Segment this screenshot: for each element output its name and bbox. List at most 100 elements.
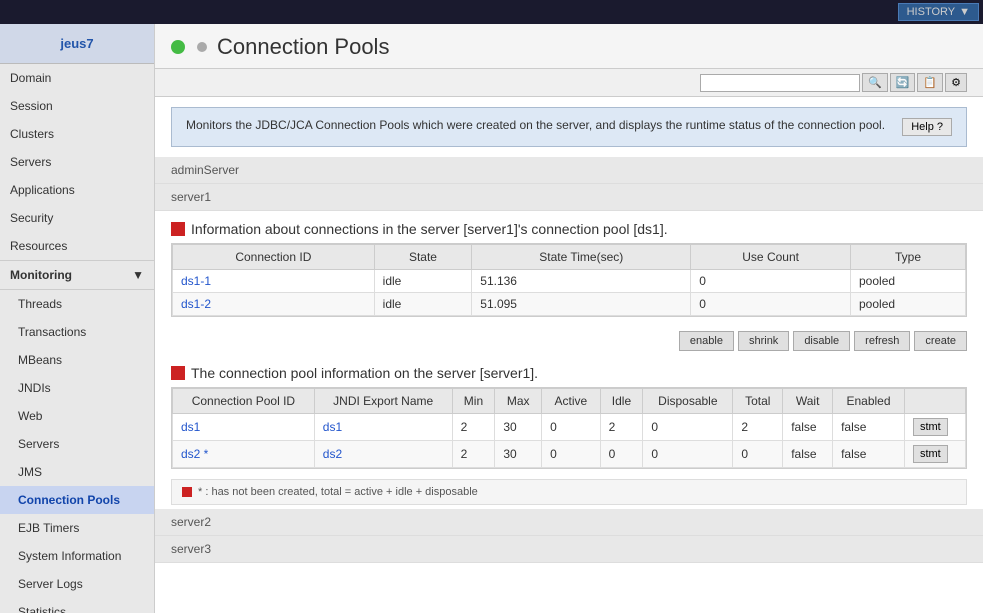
sidebar-item-server-logs[interactable]: Server Logs	[0, 570, 154, 598]
refresh-button[interactable]: refresh	[854, 331, 910, 351]
pool-id-cell[interactable]: ds2 *	[173, 441, 315, 468]
note-box: * : has not been created, total = active…	[171, 479, 967, 505]
pool-disposable-cell: 0	[643, 414, 733, 441]
sidebar-item-monitoring[interactable]: Monitoring ▼	[0, 261, 154, 290]
pool-col-max: Max	[495, 389, 542, 414]
pool-stmt-cell: stmt	[904, 414, 965, 441]
use-count-cell: 0	[691, 293, 851, 316]
pool-max-cell: 30	[495, 441, 542, 468]
connection-id-cell[interactable]: ds1-1	[173, 270, 375, 293]
pool-col-id: Connection Pool ID	[173, 389, 315, 414]
col-use-count: Use Count	[691, 245, 851, 270]
shrink-button[interactable]: shrink	[738, 331, 789, 351]
pool-idle-cell: 0	[600, 441, 643, 468]
search-input[interactable]	[700, 74, 860, 92]
search-button[interactable]: 🔍	[862, 73, 888, 92]
sidebar-item-jms[interactable]: JMS	[0, 458, 154, 486]
pool-enabled-cell: false	[833, 441, 905, 468]
admin-server-row[interactable]: adminServer	[155, 157, 983, 184]
export-icon-btn[interactable]: 📋	[917, 73, 943, 92]
sidebar-item-servers[interactable]: Servers	[0, 148, 154, 176]
sidebar-monitoring-items: Threads Transactions MBeans JNDIs Web Se…	[0, 290, 154, 613]
refresh-icon-btn[interactable]: 🔄	[890, 73, 916, 92]
connections-section-title: Information about connections in the ser…	[155, 211, 983, 243]
history-button[interactable]: HISTORY ▼	[898, 3, 979, 21]
info-text: Monitors the JDBC/JCA Connection Pools w…	[186, 118, 885, 132]
sidebar-item-statistics[interactable]: Statistics	[0, 598, 154, 613]
pool-col-idle: Idle	[600, 389, 643, 414]
state-cell: idle	[374, 293, 472, 316]
sidebar: jeus7 Domain Session Clusters Servers Ap…	[0, 24, 155, 613]
table-row: ds1 ds1 2 30 0 2 0 2 false false stmt	[173, 414, 966, 441]
stmt-button[interactable]: stmt	[913, 445, 948, 463]
settings-icon-btn[interactable]: ⚙	[945, 73, 967, 92]
sidebar-item-security[interactable]: Security	[0, 204, 154, 232]
sidebar-item-domain[interactable]: Domain	[0, 64, 154, 92]
sidebar-item-applications[interactable]: Applications	[0, 176, 154, 204]
pool-enabled-cell: false	[833, 414, 905, 441]
pool-idle-cell: 2	[600, 414, 643, 441]
pool-total-cell: 0	[733, 441, 783, 468]
pool-table-header: Connection Pool ID JNDI Export Name Min …	[173, 389, 966, 414]
pool-stmt-cell: stmt	[904, 441, 965, 468]
state-time-cell: 51.136	[472, 270, 691, 293]
pool-min-cell: 2	[452, 414, 495, 441]
sidebar-title[interactable]: jeus7	[0, 24, 154, 64]
server1-row[interactable]: server1	[155, 184, 983, 211]
stmt-button[interactable]: stmt	[913, 418, 948, 436]
server2-row[interactable]: server2	[155, 509, 983, 536]
note-icon	[182, 487, 192, 497]
sidebar-item-resources[interactable]: Resources	[0, 232, 154, 260]
sidebar-item-connection-pools[interactable]: Connection Pools	[0, 486, 154, 514]
sidebar-item-threads[interactable]: Threads	[0, 290, 154, 318]
server3-row[interactable]: server3	[155, 536, 983, 563]
pool-col-enabled: Enabled	[833, 389, 905, 414]
section-icon-pool	[171, 366, 185, 380]
toolbar: 🔍 🔄 📋 ⚙	[155, 69, 983, 97]
table-row: ds1-1 idle 51.136 0 pooled	[173, 270, 966, 293]
sidebar-item-ejb-timers[interactable]: EJB Timers	[0, 514, 154, 542]
history-label: HISTORY	[907, 6, 956, 18]
type-cell: pooled	[851, 270, 966, 293]
sidebar-item-clusters[interactable]: Clusters	[0, 120, 154, 148]
pool-jndi-cell[interactable]: ds1	[314, 414, 452, 441]
pool-col-active: Active	[542, 389, 601, 414]
pool-title-text: The connection pool information on the s…	[191, 365, 538, 381]
pool-active-cell: 0	[542, 441, 601, 468]
pool-col-disposable: Disposable	[643, 389, 733, 414]
pool-col-jndi: JNDI Export Name	[314, 389, 452, 414]
enable-button[interactable]: enable	[679, 331, 734, 351]
page-title: Connection Pools	[217, 34, 389, 60]
sidebar-item-transactions[interactable]: Transactions	[0, 318, 154, 346]
table-row: ds2 * ds2 2 30 0 0 0 0 false false stmt	[173, 441, 966, 468]
pool-col-wait: Wait	[783, 389, 833, 414]
pool-jndi-cell[interactable]: ds2	[314, 441, 452, 468]
note-text: * : has not been created, total = active…	[198, 486, 478, 498]
chevron-down-icon: ▼	[959, 6, 970, 18]
disable-button[interactable]: disable	[793, 331, 850, 351]
create-button[interactable]: create	[914, 331, 967, 351]
pool-active-cell: 0	[542, 414, 601, 441]
content-header: Connection Pools	[155, 24, 983, 69]
pool-col-action	[904, 389, 965, 414]
connection-action-bar: enable shrink disable refresh create	[155, 327, 983, 355]
pool-id-cell[interactable]: ds1	[173, 414, 315, 441]
status-green-dot	[171, 40, 185, 54]
connection-id-cell[interactable]: ds1-2	[173, 293, 375, 316]
main-layout: jeus7 Domain Session Clusters Servers Ap…	[0, 24, 983, 613]
col-type: Type	[851, 245, 966, 270]
col-state: State	[374, 245, 472, 270]
help-button[interactable]: Help ?	[902, 118, 952, 136]
sidebar-item-web[interactable]: Web	[0, 402, 154, 430]
sidebar-item-mbeans[interactable]: MBeans	[0, 346, 154, 374]
content-area: Connection Pools 🔍 🔄 📋 ⚙ Monitors the JD…	[155, 24, 983, 613]
sidebar-item-jndis[interactable]: JNDIs	[0, 374, 154, 402]
pool-min-cell: 2	[452, 441, 495, 468]
sidebar-item-session[interactable]: Session	[0, 92, 154, 120]
state-cell: idle	[374, 270, 472, 293]
pool-table: Connection Pool ID JNDI Export Name Min …	[172, 388, 966, 468]
pool-section-title: The connection pool information on the s…	[155, 355, 983, 387]
section-icon-connections	[171, 222, 185, 236]
sidebar-item-servers-sub[interactable]: Servers	[0, 430, 154, 458]
sidebar-item-system-info[interactable]: System Information	[0, 542, 154, 570]
